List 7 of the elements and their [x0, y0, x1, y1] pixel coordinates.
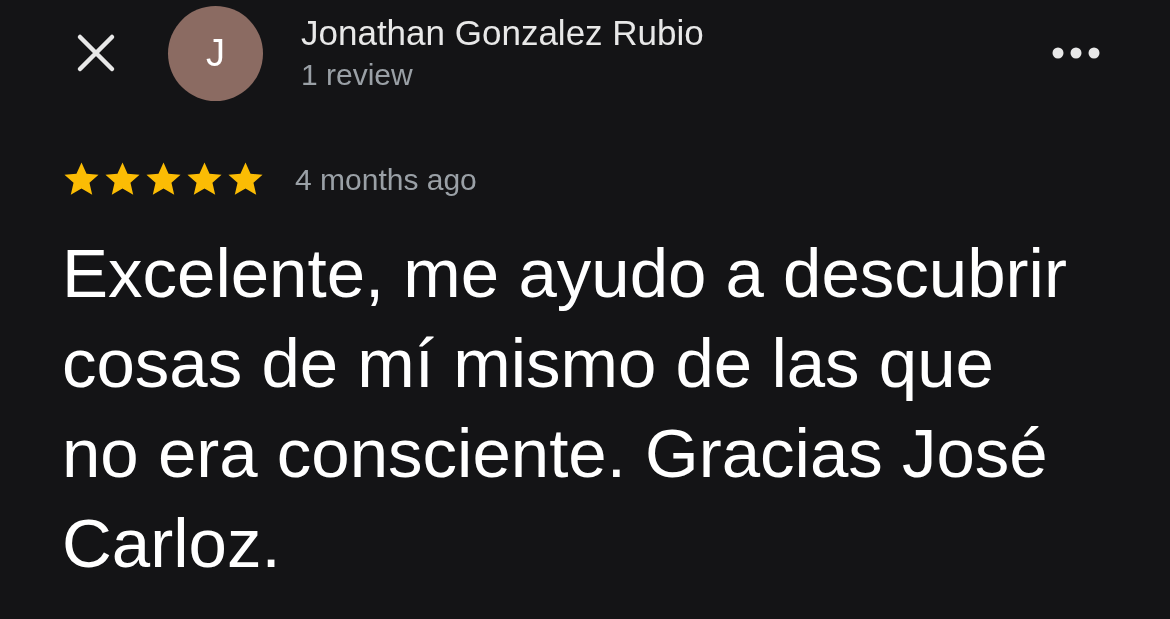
review-text: Excelente, me ayudo a descubrir cosas de mí mismo de las que no era consciente. Gracias José Carloz.: [62, 234, 1068, 584]
review-count: 1 review: [301, 57, 414, 93]
review-time: 4 months ago: [295, 162, 477, 197]
more-icon[interactable]: [1052, 47, 1100, 59]
reviewer-name[interactable]: Jonathan Gonzalez Rubio: [301, 11, 1052, 55]
avatar[interactable]: J: [168, 5, 263, 101]
close-icon[interactable]: [76, 33, 116, 73]
